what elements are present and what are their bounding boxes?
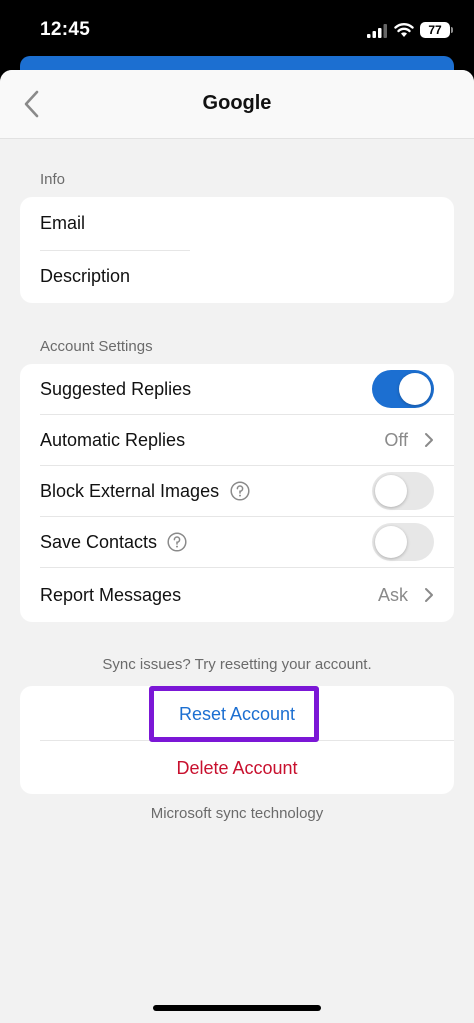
- automatic-replies-value: Off: [384, 430, 408, 450]
- info-section-header: Info: [40, 171, 66, 188]
- toggle-knob: [399, 373, 431, 405]
- email-row[interactable]: Email: [20, 197, 454, 250]
- automatic-replies-row[interactable]: Automatic Replies Off: [20, 415, 454, 465]
- sync-footer-text: Microsoft sync technology: [150, 805, 324, 822]
- suggested-replies-label: Suggested Replies: [40, 379, 192, 399]
- email-label: Email: [40, 213, 86, 233]
- suggested-replies-toggle[interactable]: [372, 370, 434, 408]
- suggested-replies-row: Suggested Replies: [20, 364, 454, 414]
- highlight-box: [149, 686, 319, 742]
- navigation-bar: Google: [0, 70, 474, 139]
- block-external-images-row: Block External Images: [20, 466, 454, 516]
- block-external-images-label: Block External Images: [40, 481, 220, 501]
- help-icon[interactable]: [167, 532, 187, 552]
- description-row[interactable]: Description: [20, 250, 454, 303]
- home-indicator[interactable]: [153, 1005, 321, 1011]
- toggle-knob: [375, 475, 407, 507]
- wifi-icon: [394, 23, 414, 37]
- info-card: Email Description: [20, 197, 454, 303]
- toggle-knob: [375, 526, 407, 558]
- delete-account-button[interactable]: Delete Account: [20, 741, 454, 794]
- chevron-right-icon: [425, 588, 433, 602]
- account-settings-sheet: Google Info Email Description Account Se…: [0, 70, 474, 1023]
- cellular-signal-icon: [367, 24, 387, 38]
- status-time: 12:45: [40, 19, 91, 40]
- report-messages-row[interactable]: Report Messages Ask: [20, 568, 454, 622]
- delete-account-label: Delete Account: [176, 758, 298, 778]
- save-contacts-row: Save Contacts: [20, 517, 454, 567]
- account-settings-card: Suggested Replies Automatic Replies Off …: [20, 364, 454, 622]
- report-messages-value: Ask: [377, 585, 408, 605]
- battery-level: 77: [428, 23, 442, 37]
- chevron-right-icon: [425, 433, 433, 447]
- save-contacts-toggle[interactable]: [372, 523, 434, 561]
- save-contacts-label: Save Contacts: [40, 532, 158, 552]
- battery-icon: 77: [420, 22, 450, 38]
- automatic-replies-label: Automatic Replies: [40, 430, 186, 450]
- description-label: Description: [40, 266, 131, 286]
- battery-tip: [451, 27, 453, 33]
- block-external-images-toggle[interactable]: [372, 472, 434, 510]
- report-messages-label: Report Messages: [40, 585, 182, 605]
- account-settings-section-header: Account Settings: [40, 338, 153, 355]
- status-bar: 12:45 77: [0, 0, 474, 60]
- page-title: Google: [202, 92, 272, 114]
- help-icon[interactable]: [230, 481, 250, 501]
- sync-hint-text: Sync issues? Try resetting your account.: [102, 656, 372, 673]
